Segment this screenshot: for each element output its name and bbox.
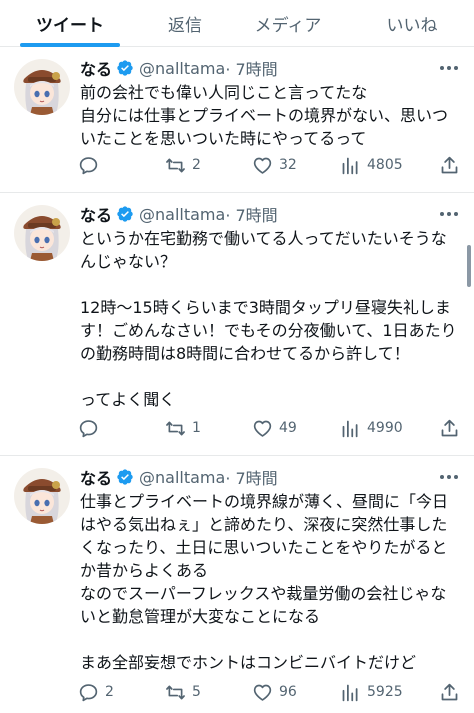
scrollbar[interactable]	[467, 245, 471, 287]
share-icon	[439, 418, 460, 439]
tweet[interactable]: なる @nalltama · 7時間 仕事とプライベートの境界線が薄く、昼間に「…	[0, 456, 474, 713]
profile-tabs: ツイート 返信 メディア いいね	[0, 0, 474, 47]
avatar[interactable]	[14, 59, 70, 115]
tweet-actions: 2 5 96 5925	[78, 680, 460, 704]
views-icon	[340, 155, 361, 176]
tweet-timestamp[interactable]: · 7時間	[225, 202, 277, 226]
share-icon	[439, 155, 460, 176]
tweet-header: なる @nalltama · 7時間	[80, 465, 278, 489]
tab-label: ツイート	[36, 16, 104, 36]
verified-badge-icon	[116, 59, 134, 77]
tweet[interactable]: なる @nalltama · 7時間 前の会社でも偉い人同じこと言ってたな 自分…	[0, 47, 474, 193]
tweet-header: なる @nalltama · 7時間	[80, 56, 278, 80]
like-count: 32	[279, 157, 297, 173]
more-options-icon[interactable]	[438, 470, 460, 484]
tweet-timestamp[interactable]: · 7時間	[225, 465, 277, 489]
retweet-icon	[165, 155, 186, 176]
reply-button[interactable]: 2	[78, 680, 114, 704]
display-name[interactable]: なる	[80, 202, 112, 226]
tweet-actions: 1 49 4990	[78, 416, 460, 440]
views-button[interactable]: 4805	[340, 153, 403, 177]
share-button[interactable]	[439, 153, 460, 177]
tweet-header: なる @nalltama · 7時間	[80, 202, 278, 226]
user-handle[interactable]: @nalltama	[139, 205, 225, 224]
retweet-count: 5	[192, 684, 201, 700]
tweet-text: 前の会社でも偉い人同じこと言ってたな 自分には仕事とプライベートの境界がない、思…	[80, 83, 449, 148]
tab-label: いいね	[386, 16, 438, 36]
view-count: 5925	[367, 684, 403, 700]
like-button[interactable]: 49	[252, 416, 297, 440]
more-options-icon[interactable]	[438, 207, 460, 221]
tweet-text: 仕事とプライベートの境界線が薄く、昼間に「今日はやる気出ねぇ」と諦めたり、深夜に…	[80, 492, 449, 672]
views-icon	[340, 418, 361, 439]
heart-icon	[252, 155, 273, 176]
retweet-icon	[165, 682, 186, 703]
views-icon	[340, 682, 361, 703]
share-button[interactable]	[439, 680, 460, 704]
tweet-actions: 2 32 4805	[78, 153, 460, 177]
retweet-button[interactable]: 2	[165, 153, 201, 177]
retweet-icon	[165, 418, 186, 439]
reply-count: 2	[105, 684, 114, 700]
tab-label: 返信	[168, 16, 202, 36]
user-handle[interactable]: @nalltama	[139, 59, 225, 78]
views-button[interactable]: 4990	[340, 416, 403, 440]
tab-label: メディア	[254, 16, 322, 36]
more-options-icon[interactable]	[438, 61, 460, 75]
tweet-timestamp[interactable]: · 7時間	[225, 56, 277, 80]
user-handle[interactable]: @nalltama	[139, 468, 225, 487]
like-button[interactable]: 96	[252, 680, 297, 704]
tweet[interactable]: なる @nalltama · 7時間 というか在宅勤務で働いてる人ってだいたいそ…	[0, 193, 474, 456]
heart-icon	[252, 418, 273, 439]
retweet-count: 1	[192, 420, 201, 436]
view-count: 4805	[367, 157, 403, 173]
tab-likes[interactable]: いいね	[342, 0, 474, 47]
like-count: 49	[279, 420, 297, 436]
retweet-count: 2	[192, 157, 201, 173]
reply-button[interactable]	[78, 416, 105, 440]
heart-icon	[252, 682, 273, 703]
verified-badge-icon	[116, 205, 134, 223]
share-button[interactable]	[439, 416, 460, 440]
tab-media[interactable]: メディア	[218, 0, 358, 47]
reply-button[interactable]	[78, 153, 105, 177]
verified-badge-icon	[116, 468, 134, 486]
tweet-text: というか在宅勤務で働いてる人ってだいたいそうなんじゃない？ 12時〜15時くらい…	[80, 229, 457, 409]
like-button[interactable]: 32	[252, 153, 297, 177]
retweet-button[interactable]: 1	[165, 416, 201, 440]
display-name[interactable]: なる	[80, 465, 112, 489]
like-count: 96	[279, 684, 297, 700]
views-button[interactable]: 5925	[340, 680, 403, 704]
reply-icon	[78, 155, 99, 176]
share-icon	[439, 682, 460, 703]
avatar[interactable]	[14, 205, 70, 261]
view-count: 4990	[367, 420, 403, 436]
reply-icon	[78, 682, 99, 703]
retweet-button[interactable]: 5	[165, 680, 201, 704]
display-name[interactable]: なる	[80, 56, 112, 80]
reply-icon	[78, 418, 99, 439]
avatar[interactable]	[14, 468, 70, 524]
